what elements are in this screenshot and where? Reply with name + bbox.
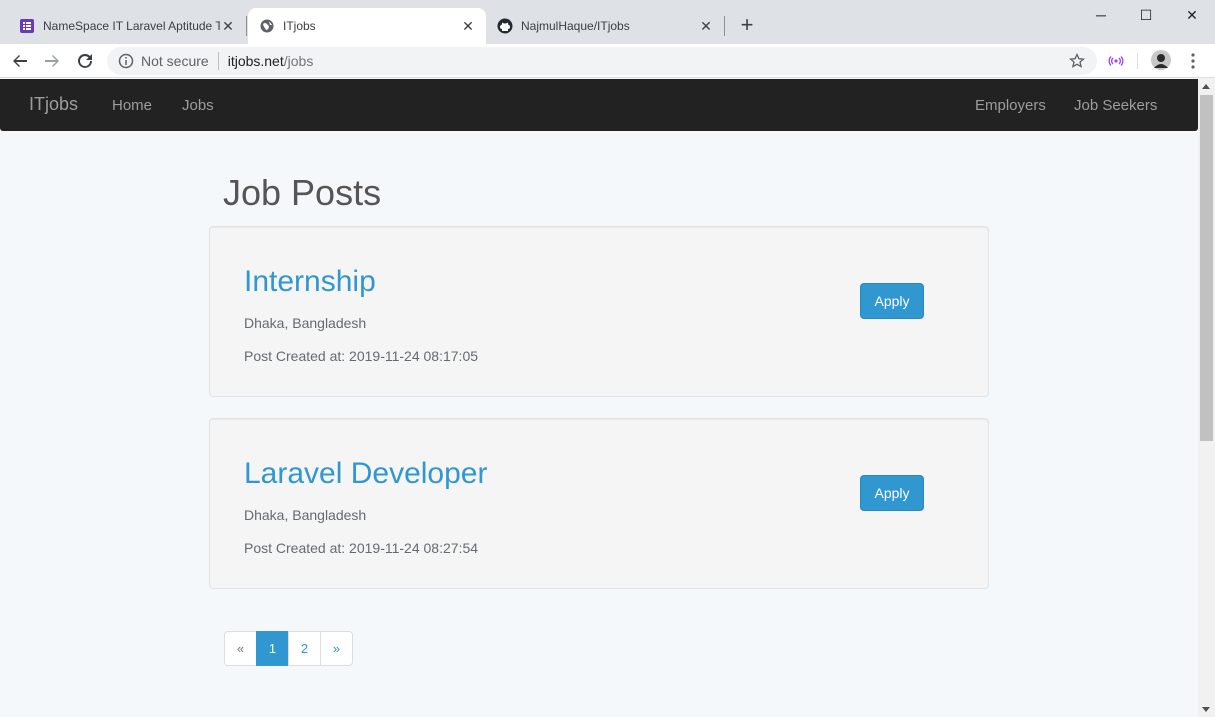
reload-button[interactable] <box>73 49 97 73</box>
job-card: Internship Dhaka, Bangladesh Post Create… <box>209 226 989 397</box>
tab-title: NajmulHaque/ITjobs <box>521 19 630 33</box>
nav-link-home[interactable]: Home <box>112 97 152 114</box>
browser-tab-forms[interactable]: NameSpace IT Laravel Aptitude T ✕ <box>0 8 246 44</box>
tab-close-icon[interactable]: ✕ <box>460 18 476 34</box>
close-window-button[interactable]: ✕ <box>1169 4 1215 26</box>
tab-separator <box>724 16 725 36</box>
broadcast-extension-icon[interactable] <box>1107 52 1125 70</box>
job-created-date: Post Created at: 2019-11-24 08:27:54 <box>244 540 479 556</box>
info-icon[interactable] <box>118 53 134 69</box>
url-host: itjobs.net <box>227 53 284 69</box>
browser-tab-itjobs[interactable]: ITjobs ✕ <box>248 8 486 44</box>
pagination-page-2[interactable]: 2 <box>288 631 321 666</box>
job-title-link[interactable]: Internship <box>244 265 376 299</box>
github-icon <box>497 18 513 34</box>
job-location: Dhaka, Bangladesh <box>244 315 367 331</box>
site-navbar: ITjobs Home Jobs Employers Job Seekers <box>0 79 1198 131</box>
menu-dots-icon[interactable] <box>1185 52 1201 70</box>
star-icon[interactable] <box>1069 53 1085 69</box>
browser-tab-github[interactable]: NajmulHaque/ITjobs ✕ <box>488 8 724 44</box>
scroll-down-icon[interactable] <box>1202 707 1210 712</box>
tab-close-icon[interactable]: ✕ <box>220 18 236 34</box>
address-divider <box>217 52 219 70</box>
pagination: « 1 2 » <box>224 631 353 667</box>
nav-link-employers[interactable]: Employers <box>975 97 1046 114</box>
job-location: Dhaka, Bangladesh <box>244 507 367 523</box>
pagination-page-1[interactable]: 1 <box>256 631 289 666</box>
arrow-right-icon <box>45 55 59 67</box>
scrollbar-thumb[interactable] <box>1200 95 1213 441</box>
address-bar[interactable]: Not secure itjobs.net/jobs <box>107 47 1097 75</box>
pagination-next[interactable]: » <box>320 631 353 666</box>
scroll-up-icon[interactable] <box>1202 84 1210 89</box>
globe-icon <box>260 19 274 33</box>
back-button[interactable] <box>8 49 32 73</box>
browser-toolbar: Not secure itjobs.net/jobs <box>0 44 1215 78</box>
nav-link-job-seekers[interactable]: Job Seekers <box>1074 97 1157 114</box>
job-created-date: Post Created at: 2019-11-24 08:17:05 <box>244 348 479 364</box>
minimize-button[interactable]: ─ <box>1078 4 1124 26</box>
nav-link-jobs[interactable]: Jobs <box>182 97 214 114</box>
url-path: /jobs <box>283 53 314 69</box>
google-forms-icon <box>20 19 34 33</box>
pagination-prev[interactable]: « <box>224 631 257 666</box>
apply-button[interactable]: Apply <box>860 283 924 319</box>
brand-logo[interactable]: ITjobs <box>29 94 78 115</box>
job-card: Laravel Developer Dhaka, Bangladesh Post… <box>209 418 989 589</box>
reload-icon <box>78 53 92 68</box>
job-title-link[interactable]: Laravel Developer <box>244 457 487 491</box>
tab-title: NameSpace IT Laravel Aptitude T <box>43 19 220 33</box>
arrow-left-icon <box>13 55 27 67</box>
avatar[interactable] <box>1151 50 1171 70</box>
tab-title: ITjobs <box>283 19 316 33</box>
apply-button[interactable]: Apply <box>860 475 924 511</box>
maximize-button[interactable]: ☐ <box>1123 4 1169 26</box>
page-scrollbar[interactable] <box>1198 79 1215 717</box>
security-label[interactable]: Not secure <box>141 53 209 69</box>
new-tab-button[interactable]: + <box>735 14 759 38</box>
tab-close-icon[interactable]: ✕ <box>698 18 714 34</box>
browser-tab-strip: NameSpace IT Laravel Aptitude T ✕ ITjobs… <box>0 0 1215 44</box>
page-title: Job Posts <box>223 172 382 213</box>
forward-button[interactable] <box>40 49 64 73</box>
tab-separator <box>246 16 247 36</box>
toolbar-divider <box>1137 53 1138 69</box>
